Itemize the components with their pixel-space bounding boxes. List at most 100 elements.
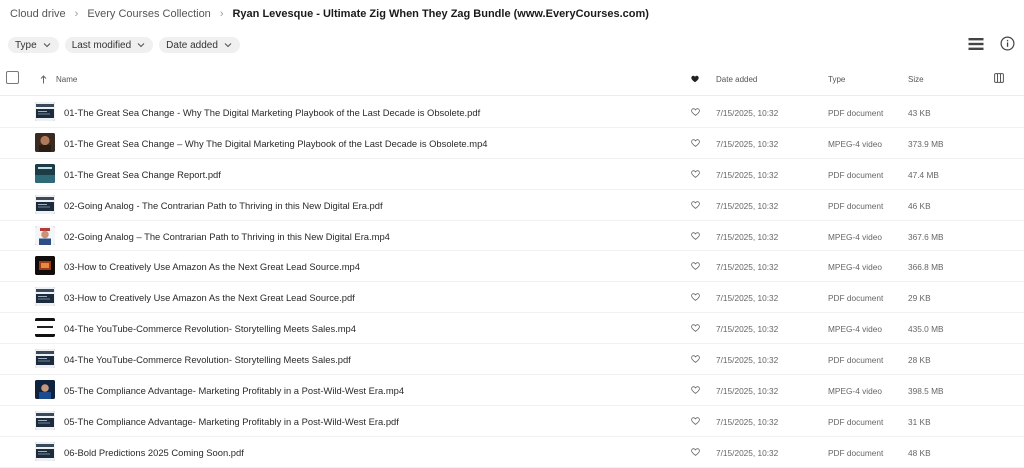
file-thumbnail-pdf: [35, 349, 55, 369]
chevron-down-icon: [224, 43, 232, 48]
file-type: MPEG-4 video: [828, 386, 882, 397]
breadcrumb-cloud-drive[interactable]: Cloud drive: [10, 8, 66, 20]
file-date-added: 7/15/2025, 10:32: [716, 108, 779, 118]
filter-date-added-label: Date added: [166, 39, 218, 51]
file-name: 04-The YouTube-Commerce Revolution- Stor…: [64, 354, 351, 366]
file-name: 05-The Compliance Advantage- Marketing P…: [64, 385, 405, 397]
file-type: PDF document: [828, 169, 884, 180]
file-size: 366.8 MB: [908, 262, 944, 273]
favorite-heart-outline-icon[interactable]: [691, 108, 700, 116]
file-list: 01-The Great Sea Change - Why The Digita…: [0, 97, 1024, 468]
file-thumbnail-pdf: [35, 287, 55, 307]
file-name: 02-Going Analog – The Contrarian Path to…: [64, 230, 390, 242]
file-name: 01-The Great Sea Change Report.pdf: [64, 168, 221, 180]
file-size: 367.6 MB: [908, 231, 944, 242]
breadcrumb: Cloud drive › Every Courses Collection ›…: [10, 7, 649, 21]
file-row[interactable]: 04-The YouTube-Commerce Revolution- Stor…: [0, 313, 1024, 345]
file-date-added: 7/15/2025, 10:32: [716, 169, 779, 180]
file-row[interactable]: 02-Going Analog - The Contrarian Path to…: [0, 190, 1024, 221]
filter-last-modified-label: Last modified: [71, 39, 132, 51]
favorite-heart-outline-icon[interactable]: [691, 200, 700, 209]
file-date-added: 7/15/2025, 10:32: [716, 200, 779, 211]
select-all-checkbox[interactable]: [6, 71, 19, 84]
file-date-added: 7/15/2025, 10:32: [716, 416, 779, 427]
file-row[interactable]: 02-Going Analog – The Contrarian Path to…: [0, 221, 1024, 252]
filter-date-added-chip[interactable]: Date added: [159, 37, 240, 53]
file-date-added: 7/15/2025, 10:32: [716, 231, 779, 242]
file-size: 398.5 MB: [908, 386, 944, 397]
file-thumbnail-video-white: [35, 318, 55, 338]
favorite-heart-outline-icon[interactable]: [691, 231, 700, 240]
sort-arrow-up-icon[interactable]: [40, 75, 47, 84]
file-date-added: 7/15/2025, 10:32: [716, 262, 779, 273]
favorite-heart-icon[interactable]: [691, 75, 699, 83]
file-row[interactable]: 01-The Great Sea Change - Why The Digita…: [0, 97, 1024, 128]
favorite-heart-outline-icon[interactable]: [691, 417, 700, 425]
file-thumbnail-video-blue: [35, 380, 55, 400]
file-size: 28 KB: [908, 355, 931, 366]
favorite-heart-outline-icon[interactable]: [691, 139, 700, 147]
chevron-down-icon: [137, 43, 145, 48]
file-type: MPEG-4 video: [828, 324, 882, 335]
favorite-heart-outline-icon[interactable]: [691, 262, 700, 271]
file-size: 435.0 MB: [908, 324, 944, 335]
chevron-right-icon: ›: [219, 8, 224, 20]
file-size: 29 KB: [908, 293, 931, 304]
file-thumbnail-pdf: [35, 194, 55, 214]
file-name: 03-How to Creatively Use Amazon As the N…: [64, 292, 355, 304]
file-type: PDF document: [828, 416, 884, 427]
file-date-added: 7/15/2025, 10:32: [716, 324, 779, 335]
chevron-right-icon: ›: [74, 8, 79, 20]
favorite-heart-outline-icon[interactable]: [691, 324, 700, 333]
filter-type-chip[interactable]: Type: [8, 37, 59, 53]
file-size: 46 KB: [908, 200, 931, 211]
view-toolbar: [968, 36, 1015, 51]
breadcrumb-collection[interactable]: Every Courses Collection: [87, 8, 211, 20]
favorite-heart-outline-icon[interactable]: [691, 386, 700, 394]
file-size: 47.4 MB: [908, 169, 939, 180]
favorite-heart-outline-icon[interactable]: [691, 293, 700, 302]
column-header-size[interactable]: Size: [908, 75, 924, 84]
file-type: MPEG-4 video: [828, 231, 882, 242]
file-row[interactable]: 05-The Compliance Advantage- Marketing P…: [0, 375, 1024, 406]
file-row[interactable]: 03-How to Creatively Use Amazon As the N…: [0, 251, 1024, 283]
favorite-heart-outline-icon[interactable]: [691, 448, 700, 456]
file-thumbnail-video-dark: [35, 256, 55, 276]
table-header: Name Date added Type Size: [0, 67, 1024, 96]
filter-type-label: Type: [15, 39, 37, 51]
file-thumbnail-pdf: [35, 102, 55, 121]
file-thumbnail-report: [35, 163, 55, 183]
file-date-added: 7/15/2025, 10:32: [716, 355, 779, 366]
file-thumbnail-pdf: [35, 441, 55, 461]
file-size: 373.9 MB: [908, 138, 944, 149]
file-type: MPEG-4 video: [828, 138, 882, 149]
favorite-heart-outline-icon[interactable]: [691, 170, 700, 178]
file-row[interactable]: 06-Bold Predictions 2025 Coming Soon.pdf…: [0, 437, 1024, 468]
breadcrumb-current-folder: Ryan Levesque - Ultimate Zig When They Z…: [232, 8, 649, 20]
file-date-added: 7/15/2025, 10:32: [716, 293, 779, 304]
favorite-heart-outline-icon[interactable]: [691, 355, 700, 363]
info-icon[interactable]: [1000, 36, 1015, 51]
file-row[interactable]: 05-The Compliance Advantage- Marketing P…: [0, 406, 1024, 437]
file-size: 31 KB: [908, 416, 931, 427]
filter-last-modified-chip[interactable]: Last modified: [64, 37, 154, 53]
filter-bar: Type Last modified Date added: [8, 37, 240, 53]
chevron-down-icon: [43, 43, 51, 48]
file-type: PDF document: [828, 108, 884, 118]
file-row[interactable]: 01-The Great Sea Change Report.pdf 7/15/…: [0, 159, 1024, 190]
file-row[interactable]: 04-The YouTube-Commerce Revolution- Stor…: [0, 344, 1024, 376]
file-name: 05-The Compliance Advantage- Marketing P…: [64, 415, 399, 427]
column-header-date-added[interactable]: Date added: [716, 75, 757, 84]
columns-settings-icon[interactable]: [994, 73, 1004, 83]
file-row[interactable]: 03-How to Creatively Use Amazon As the N…: [0, 282, 1024, 314]
file-size: 43 KB: [908, 108, 931, 118]
column-header-type[interactable]: Type: [828, 75, 845, 84]
list-view-icon[interactable]: [968, 37, 984, 51]
column-header-name[interactable]: Name: [56, 75, 77, 84]
file-type: MPEG-4 video: [828, 262, 882, 273]
file-name: 04-The YouTube-Commerce Revolution- Stor…: [64, 323, 356, 335]
file-thumbnail-person: [35, 225, 55, 245]
file-thumbnail-face: [35, 132, 55, 152]
file-date-added: 7/15/2025, 10:32: [716, 386, 779, 397]
file-row[interactable]: 01-The Great Sea Change – Why The Digita…: [0, 128, 1024, 159]
